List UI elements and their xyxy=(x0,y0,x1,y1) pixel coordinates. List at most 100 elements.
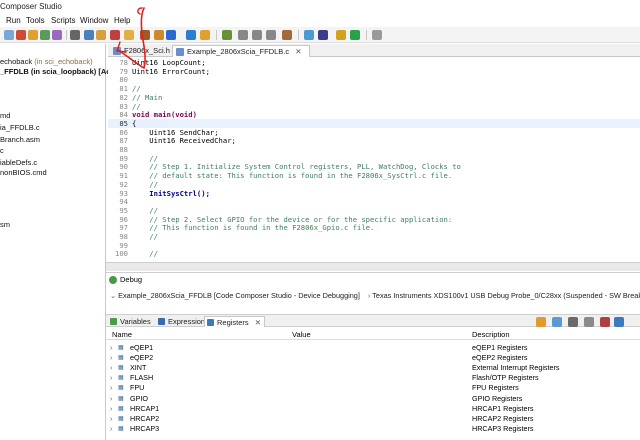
panel-splitter[interactable] xyxy=(106,262,640,271)
explorer-row-c[interactable]: c xyxy=(0,146,4,155)
reset-icon[interactable] xyxy=(282,30,292,40)
load-icon[interactable] xyxy=(186,30,196,40)
code-line[interactable]: 90 // Step 1. Initialize System Control … xyxy=(108,162,640,171)
register-description: eQEP2 Registers xyxy=(472,353,528,363)
close-icon[interactable]: ✕ xyxy=(255,318,261,327)
bug-icon[interactable] xyxy=(4,30,14,40)
expand-icon[interactable] xyxy=(536,317,546,327)
register-name: XINT xyxy=(130,363,147,373)
chevron-right-icon[interactable]: › xyxy=(110,353,112,362)
table-row[interactable]: › ▦ FLASH Flash/OTP Registers xyxy=(106,372,640,382)
table-row[interactable]: › ▦ eQEP2 eQEP2 Registers xyxy=(106,352,640,362)
code-line[interactable]: 79 Uint16 ErrorCount; xyxy=(108,67,640,76)
tab-debug[interactable]: Debug xyxy=(108,275,142,284)
code-text: Uint16 SendChar; xyxy=(132,127,219,137)
code-line[interactable]: 100 // xyxy=(108,249,640,258)
code-text: InitSysCtrl(); xyxy=(132,188,210,198)
table-row[interactable]: › ▦ XINT External Interrupt Registers xyxy=(106,362,640,372)
code-line[interactable]: 92 // xyxy=(108,180,640,189)
debug-session-row[interactable]: ⌄ Example_2806xScia_FFDLB [Code Composer… xyxy=(110,291,640,300)
view-menu-icon[interactable] xyxy=(614,317,624,327)
menu-run[interactable]: Run xyxy=(6,16,21,25)
table-row[interactable]: › ▦ HRCAP2 HRCAP2 Registers xyxy=(106,413,640,423)
menu-scripts[interactable]: Scripts xyxy=(51,16,75,25)
chevron-right-icon[interactable]: › xyxy=(110,394,112,403)
tab-registers[interactable]: Registers ✕ xyxy=(204,316,266,327)
column-value[interactable]: Value xyxy=(292,330,311,339)
column-name[interactable]: Name xyxy=(112,330,132,339)
remove-icon[interactable] xyxy=(600,317,610,327)
stop-icon[interactable] xyxy=(16,30,26,40)
explorer-row-bios[interactable]: nonBIOS.cmd xyxy=(0,168,47,177)
code-line[interactable]: 81 // xyxy=(108,84,640,93)
code-text: // Step 2. Select GPIO for the device or… xyxy=(132,214,453,224)
target-icon[interactable] xyxy=(166,30,176,40)
tool-icon[interactable] xyxy=(200,30,210,40)
chevron-right-icon[interactable]: › xyxy=(110,414,112,423)
chevron-right-icon[interactable]: › xyxy=(110,343,112,352)
step-icon[interactable] xyxy=(28,30,38,40)
menu-tools[interactable]: Tools xyxy=(26,16,45,25)
chevron-right-icon[interactable]: › xyxy=(110,363,112,372)
table-row[interactable]: › ▦ eQEP1 eQEP1 Registers xyxy=(106,342,640,352)
code-line[interactable]: 97 // This function is found in the F280… xyxy=(108,223,640,232)
code-line[interactable]: 84 void main(void) xyxy=(108,110,640,119)
debug-view: Debug ⌄ Example_2806xScia_FFDLB [Code Co… xyxy=(106,272,640,312)
code-line[interactable]: 83 // xyxy=(108,102,640,111)
code-area[interactable]: 78 Uint16 LoopCount; 79 Uint16 ErrorCount; 8… xyxy=(108,58,640,262)
step-return-icon[interactable] xyxy=(266,30,276,40)
code-line[interactable]: 78 Uint16 LoopCount; xyxy=(108,58,640,67)
explorer-row-defs[interactable]: iableDefs.c xyxy=(0,158,37,167)
explorer-row-cmd[interactable]: md xyxy=(0,111,10,120)
table-row[interactable]: › ▦ GPIO GPIO Registers xyxy=(106,393,640,403)
pin-icon[interactable] xyxy=(336,30,346,40)
format-icon[interactable] xyxy=(584,317,594,327)
tab-example-source[interactable]: Example_2806xScia_FFDLB.c ✕ xyxy=(172,45,310,57)
code-line[interactable]: 95 // xyxy=(108,206,640,215)
perspective-icon[interactable] xyxy=(350,30,360,40)
explorer-row-echoback[interactable]: echoback (in sci_echoback) xyxy=(0,57,93,66)
project-explorer: echoback (in sci_echoback) _FFDLB (in sc… xyxy=(0,44,123,440)
search-icon[interactable] xyxy=(304,30,314,40)
explorer-row-asm[interactable]: Branch.asm xyxy=(0,135,40,144)
code-line[interactable]: 99 xyxy=(108,241,640,250)
code-line[interactable]: 94 xyxy=(108,197,640,206)
tab-variables[interactable]: Variables xyxy=(108,316,154,326)
step-into-icon[interactable] xyxy=(238,30,248,40)
chevron-right-icon[interactable]: › xyxy=(110,424,112,433)
code-line[interactable]: 93 InitSysCtrl(); xyxy=(108,189,640,198)
register-description: HRCAP2 Registers xyxy=(472,413,534,423)
table-row[interactable]: › ▦ HRCAP1 HRCAP1 Registers xyxy=(106,403,640,413)
chevron-right-icon[interactable]: › xyxy=(110,383,112,392)
step-over-icon[interactable] xyxy=(252,30,262,40)
close-icon[interactable]: ✕ xyxy=(295,47,301,56)
code-line[interactable]: 80 xyxy=(108,75,640,84)
code-line[interactable]: 86 Uint16 SendChar; xyxy=(108,128,640,137)
chevron-right-icon[interactable]: › xyxy=(110,404,112,413)
code-line[interactable]: 82 // Main xyxy=(108,93,640,102)
code-line[interactable]: 87 Uint16 ReceivedChar; xyxy=(108,136,640,145)
column-description[interactable]: Description xyxy=(472,330,510,339)
refresh-icon[interactable] xyxy=(552,317,562,327)
console-icon[interactable] xyxy=(318,30,328,40)
explorer-row-source[interactable]: ia_FFDLB.c xyxy=(0,123,40,132)
register-description: Flash/OTP Registers xyxy=(472,373,539,383)
code-line[interactable]: 88 xyxy=(108,145,640,154)
code-line[interactable]: 89 // xyxy=(108,154,640,163)
gear-icon[interactable] xyxy=(222,30,232,40)
table-row[interactable]: › ▦ FPU FPU Registers xyxy=(106,382,640,392)
code-line[interactable]: 98 // xyxy=(108,232,640,241)
run-icon[interactable] xyxy=(40,30,50,40)
collapse-icon[interactable] xyxy=(568,317,578,327)
back-icon[interactable] xyxy=(372,30,382,40)
debug-icon[interactable] xyxy=(84,30,94,40)
chevron-right-icon[interactable]: › xyxy=(110,373,112,382)
grid-icon[interactable] xyxy=(70,30,80,40)
table-row[interactable]: › ▦ HRCAP3 HRCAP3 Registers xyxy=(106,423,640,433)
code-line[interactable]: 96 // Step 2. Select GPIO for the device… xyxy=(108,215,640,224)
explorer-row-sm[interactable]: sm xyxy=(0,220,10,229)
register-description: eQEP1 Registers xyxy=(472,343,528,352)
code-line[interactable]: 91 // default state: This function is fo… xyxy=(108,171,640,180)
code-line[interactable]: 85 { xyxy=(108,118,640,128)
build-icon[interactable] xyxy=(52,30,62,40)
